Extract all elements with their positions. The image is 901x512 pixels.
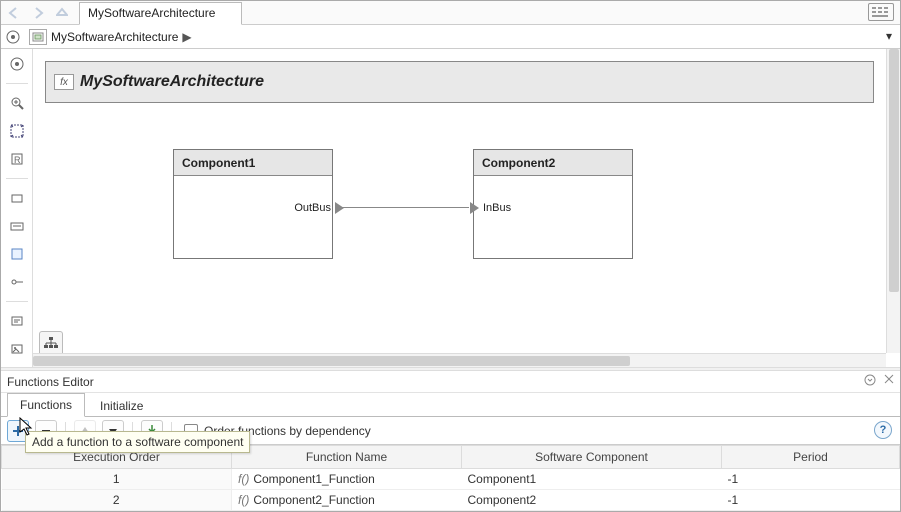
connector-icon[interactable]	[6, 271, 28, 293]
cell-function-name[interactable]: f() Component1_Function	[232, 469, 462, 490]
explorer-icon[interactable]	[6, 53, 28, 75]
nav-up-button[interactable]	[51, 2, 73, 24]
input-port[interactable]: InBus	[470, 202, 511, 214]
scrollbar-thumb[interactable]	[33, 356, 630, 366]
port-label: OutBus	[294, 202, 331, 214]
col-software-component[interactable]: Software Component	[462, 446, 722, 469]
subsystem-icon[interactable]	[6, 243, 28, 265]
editor-area: R fx MySoftwareArchitecture Component1 O…	[1, 49, 900, 367]
fit-view-icon[interactable]	[6, 120, 28, 142]
cell-order: 1	[2, 469, 232, 490]
svg-text:R: R	[14, 155, 21, 165]
left-palette: R	[1, 49, 33, 367]
palette-separator	[6, 83, 28, 84]
cell-component[interactable]: Component2	[462, 490, 722, 511]
breadcrumb-dropdown-icon[interactable]: ▾	[886, 29, 892, 43]
close-panel-icon[interactable]	[884, 374, 894, 386]
functions-panel-titlebar: Functions Editor	[1, 371, 900, 393]
port-out-icon	[335, 202, 344, 214]
functions-table: Execution Order Function Name Software C…	[1, 445, 900, 511]
document-tab[interactable]: MySoftwareArchitecture	[79, 2, 242, 25]
functions-subtabs: Functions Initialize	[1, 393, 900, 417]
architecture-title: MySoftwareArchitecture	[80, 73, 264, 91]
col-function-name[interactable]: Function Name	[232, 446, 462, 469]
image-icon[interactable]	[6, 338, 28, 360]
hierarchy-tab[interactable]	[39, 331, 63, 353]
cell-period[interactable]: -1	[722, 469, 900, 490]
palette-separator	[6, 301, 28, 302]
requirements-icon[interactable]: R	[6, 148, 28, 170]
help-button[interactable]: ?	[874, 421, 892, 439]
function-name-text: Component2_Function	[253, 493, 374, 507]
cell-function-name[interactable]: f() Component2_Function	[232, 490, 462, 511]
component-header: Component2	[474, 150, 632, 176]
function-name-text: Component1_Function	[253, 472, 374, 486]
canvas[interactable]: fx MySoftwareArchitecture Component1 Out…	[33, 49, 900, 367]
model-icon[interactable]	[29, 29, 47, 45]
app-window: MySoftwareArchitecture MySoftwareArchite…	[0, 0, 901, 512]
horizontal-scrollbar[interactable]	[33, 353, 886, 367]
document-tab-label: MySoftwareArchitecture	[88, 6, 215, 20]
architecture-title-block[interactable]: fx MySoftwareArchitecture	[45, 61, 874, 103]
fx-icon: fx	[54, 74, 74, 90]
functions-panel-title: Functions Editor	[7, 375, 94, 389]
canvas-viewport[interactable]: fx MySoftwareArchitecture Component1 Out…	[33, 49, 886, 353]
minimize-panel-icon[interactable]	[864, 374, 876, 386]
vertical-scrollbar[interactable]	[886, 49, 900, 353]
bus-icon[interactable]	[6, 215, 28, 237]
annotation-icon[interactable]	[6, 310, 28, 332]
col-period[interactable]: Period	[722, 446, 900, 469]
table-row[interactable]: 2 f() Component2_Function Component2 -1	[2, 490, 900, 511]
tab-initialize[interactable]: Initialize	[87, 394, 156, 417]
block-icon[interactable]	[6, 187, 28, 209]
nav-back-button[interactable]	[3, 2, 25, 24]
breadcrumb-bar: MySoftwareArchitecture ▶ ▾	[1, 25, 900, 49]
keyboard-icon[interactable]	[868, 3, 894, 21]
component-header: Component1	[174, 150, 332, 176]
component-block-2[interactable]: Component2 InBus	[473, 149, 633, 259]
breadcrumb-caret-icon: ▶	[182, 30, 191, 44]
port-label: InBus	[483, 202, 511, 214]
port-in-icon	[470, 202, 479, 214]
tab-functions[interactable]: Functions	[7, 393, 85, 417]
fx-icon: f()	[238, 472, 249, 486]
output-port[interactable]: OutBus	[294, 202, 344, 214]
model-browser-icon[interactable]	[1, 30, 25, 44]
scrollbar-thumb[interactable]	[889, 49, 899, 292]
fx-icon: f()	[238, 493, 249, 507]
breadcrumb-item[interactable]: MySoftwareArchitecture	[51, 30, 178, 44]
cell-component[interactable]: Component1	[462, 469, 722, 490]
component-block-1[interactable]: Component1 OutBus	[173, 149, 333, 259]
tooltip: Add a function to a software component	[25, 431, 250, 453]
nav-forward-button[interactable]	[27, 2, 49, 24]
cell-period[interactable]: -1	[722, 490, 900, 511]
cell-order: 2	[2, 490, 232, 511]
top-toolbar: MySoftwareArchitecture	[1, 1, 900, 25]
connection-wire[interactable]	[337, 207, 469, 208]
palette-separator	[6, 178, 28, 179]
zoom-icon[interactable]	[6, 92, 28, 114]
table-row[interactable]: 1 f() Component1_Function Component1 -1	[2, 469, 900, 490]
